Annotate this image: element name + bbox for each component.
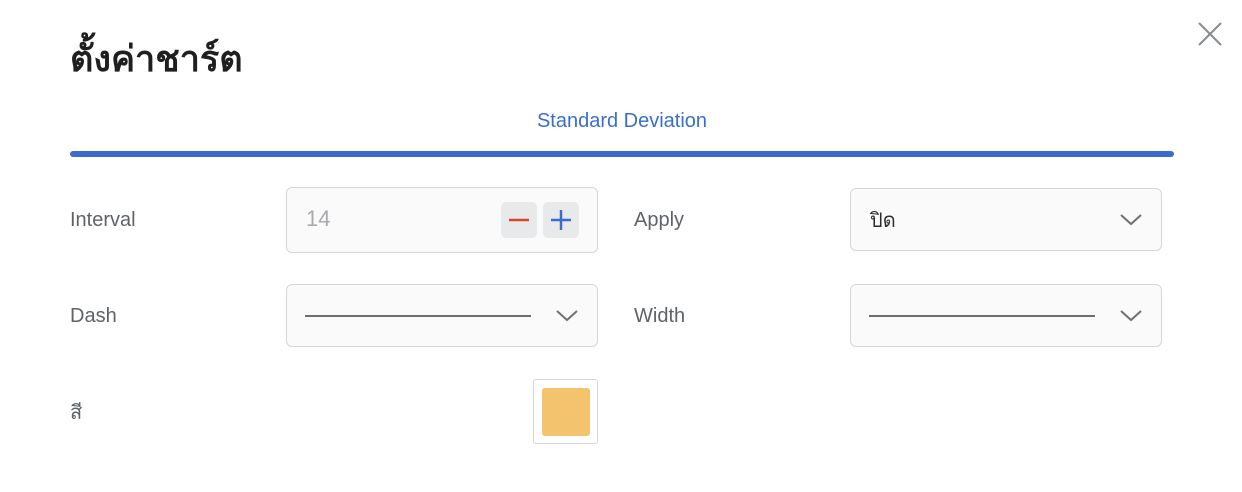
dash-label: Dash: [70, 305, 117, 327]
dash-style-preview: [305, 315, 531, 317]
chevron-down-icon: [556, 310, 578, 322]
tab-active-indicator: [70, 151, 1174, 157]
close-button[interactable]: [1194, 18, 1226, 50]
apply-select[interactable]: ปิด: [850, 188, 1162, 251]
chevron-down-icon: [1120, 214, 1142, 226]
apply-label: Apply: [634, 209, 685, 231]
width-style-preview: [869, 315, 1095, 317]
interval-input[interactable]: 14: [306, 205, 330, 233]
dash-select[interactable]: [286, 284, 598, 347]
color-swatch: [542, 388, 590, 436]
tab-standard-deviation[interactable]: Standard Deviation: [70, 104, 1174, 138]
increment-button[interactable]: [543, 202, 579, 238]
color-label: สี: [70, 400, 83, 424]
interval-stepper: 14: [286, 187, 598, 253]
decrement-button[interactable]: [501, 202, 537, 238]
apply-selected-value: ปิด: [870, 208, 896, 232]
interval-label: Interval: [70, 209, 136, 231]
width-select[interactable]: [850, 284, 1162, 347]
width-label: Width: [634, 305, 686, 327]
dialog-title: ตั้งค่าชาร์ต: [70, 39, 243, 80]
close-icon: [1198, 22, 1222, 46]
color-picker-button[interactable]: [533, 379, 598, 444]
minus-icon: [509, 218, 529, 222]
plus-icon: [551, 210, 571, 230]
chevron-down-icon: [1120, 310, 1142, 322]
